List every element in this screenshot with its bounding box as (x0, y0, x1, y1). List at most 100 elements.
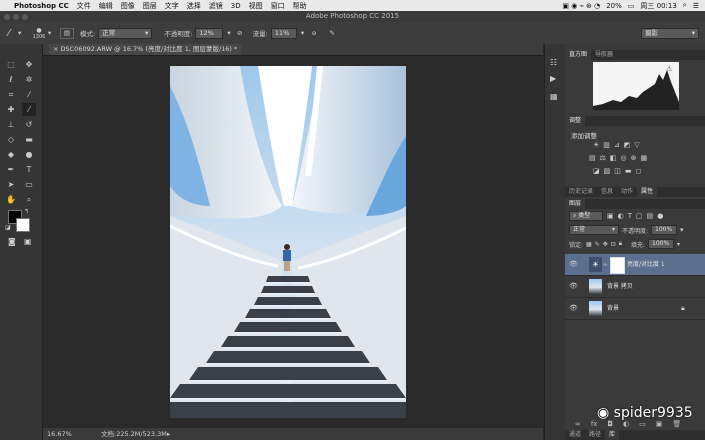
background-color-swatch[interactable] (16, 218, 30, 232)
new-layer-icon[interactable]: ▣ (656, 420, 663, 430)
crop-tool-icon[interactable]: ⌗ (4, 88, 18, 101)
tab-properties[interactable]: 属性 (637, 187, 658, 197)
search-icon[interactable]: ⌕ (683, 1, 687, 10)
status-icons[interactable]: ▣ ◉ ⌁ ⊛ ◔ (562, 2, 600, 10)
filter-toggle-icon[interactable]: ● (657, 212, 663, 220)
curves-icon[interactable]: ⊿ (614, 141, 620, 149)
brush-tool-preset-icon[interactable]: ⁄ (0, 28, 18, 39)
lock-artboard-icon[interactable]: ⊡ (611, 241, 616, 248)
exposure-icon[interactable]: ◩ (624, 141, 631, 149)
brightness-contrast-icon[interactable]: ☀ (593, 141, 599, 149)
fill-field[interactable]: 100% (648, 239, 675, 249)
quick-select-tool-icon[interactable]: ✲ (22, 73, 36, 86)
tab-adjustments[interactable]: 调整 (565, 116, 586, 126)
delete-layer-icon[interactable]: 🗑︎ (672, 420, 681, 430)
move-tool-icon[interactable]: ✥ (22, 58, 36, 71)
visibility-eye-icon[interactable]: 👁︎ (569, 304, 578, 312)
tab-paths[interactable]: 路径 (585, 430, 605, 440)
filter-shape-icon[interactable]: ▢ (636, 212, 643, 220)
menu-help[interactable]: 帮助 (293, 1, 307, 11)
notification-icon[interactable]: ☰ (693, 2, 699, 10)
blend-mode-select[interactable]: 正常 ▾ (98, 27, 153, 39)
channel-mixer-icon[interactable]: ⊛ (631, 154, 637, 162)
history-panel-icon[interactable]: ☷ (550, 58, 557, 67)
lock-all-icon[interactable]: 🔒︎ (619, 240, 622, 248)
link-layers-icon[interactable]: ∞ (575, 420, 581, 430)
flow-dropdown-icon[interactable]: ▾ (301, 29, 304, 37)
tab-histogram[interactable]: 直方图 (565, 50, 592, 60)
opacity-dropdown-icon[interactable]: ▾ (227, 29, 230, 37)
path-select-tool-icon[interactable]: ➤ (4, 178, 18, 191)
layer-row-background[interactable]: 👁︎ 背景 🔒︎ (565, 298, 705, 320)
filter-pixel-icon[interactable]: ▣ (607, 212, 614, 220)
clone-stamp-tool-icon[interactable]: ⊥ (4, 118, 18, 131)
clock[interactable]: 周三 00:13 (640, 1, 676, 11)
menu-type[interactable]: 文字 (165, 1, 179, 11)
filter-smart-icon[interactable]: ▤ (647, 212, 654, 220)
tab-layers[interactable]: 图层 (565, 199, 586, 209)
zoom-level[interactable]: 16.67% (47, 428, 72, 440)
tab-libraries[interactable]: 库 (605, 430, 620, 440)
layer-style-icon[interactable]: fx (591, 420, 598, 430)
visibility-eye-icon[interactable]: 👁︎ (569, 282, 578, 290)
filter-type-icon[interactable]: T (628, 212, 632, 220)
layer-mask-thumb[interactable] (610, 257, 625, 274)
quick-mask-icon[interactable]: ◙ (8, 237, 16, 246)
app-menu[interactable]: Photoshop CC (14, 2, 69, 10)
selective-color-icon[interactable]: ◻ (636, 167, 642, 175)
tab-channels[interactable]: 通道 (565, 430, 585, 440)
menu-window[interactable]: 窗口 (271, 1, 285, 11)
default-colors-icon[interactable]: ◪ (5, 224, 11, 231)
levels-icon[interactable]: ▥ (603, 141, 610, 149)
add-mask-icon[interactable]: ◘ (607, 420, 613, 430)
menu-3d[interactable]: 3D (231, 2, 241, 10)
tab-actions[interactable]: 动作 (617, 187, 637, 197)
menu-view[interactable]: 视图 (249, 1, 263, 11)
gradient-map-icon[interactable]: ▬ (625, 167, 632, 175)
type-tool-icon[interactable]: T (22, 163, 36, 176)
mask-link-icon[interactable]: ∞ (603, 262, 607, 268)
battery-icon[interactable]: ▭ (628, 2, 635, 10)
blur-tool-icon[interactable]: ◆ (4, 148, 18, 161)
tab-history[interactable]: 历史记录 (565, 187, 597, 197)
properties-panel-icon[interactable]: ▦ (550, 92, 558, 101)
actions-panel-icon[interactable]: ▶ (550, 74, 556, 83)
gradient-tool-icon[interactable]: ▬ (22, 133, 36, 146)
zoom-window-icon[interactable] (22, 14, 28, 20)
vibrance-icon[interactable]: ▽ (634, 141, 639, 149)
layer-row-brightness-contrast[interactable]: 👁︎ ☀ ∞ 亮度/对比度 1 (565, 254, 705, 276)
lock-position-icon[interactable]: ✥ (603, 241, 608, 248)
brush-size-dropdown-icon[interactable]: ▾ (48, 29, 56, 37)
status-menu-icon[interactable]: ▸ (167, 428, 170, 440)
color-balance-icon[interactable]: ⚖ (600, 154, 606, 162)
document-image[interactable] (170, 66, 406, 418)
healing-brush-tool-icon[interactable]: ✚ (4, 103, 18, 116)
eyedropper-tool-icon[interactable]: ⁄ (22, 88, 36, 101)
filter-adjust-icon[interactable]: ◐ (618, 212, 624, 220)
tab-info[interactable]: 信息 (597, 187, 617, 197)
visibility-eye-icon[interactable]: 👁︎ (569, 260, 578, 268)
swap-colors-icon[interactable]: ↰ (24, 208, 29, 215)
brush-tool-icon[interactable]: ⁄ (22, 103, 36, 116)
screen-mode-icon[interactable]: ▣ (24, 237, 32, 246)
hue-saturation-icon[interactable]: ▤ (589, 154, 596, 162)
histogram-warning-icon[interactable]: ⚠ (666, 65, 673, 73)
eraser-tool-icon[interactable]: ◇ (4, 133, 18, 146)
menu-filter[interactable]: 滤镜 (209, 1, 223, 11)
pressure-size-icon[interactable]: ✎ (326, 29, 338, 37)
opacity-field[interactable]: 12% (195, 27, 224, 39)
menu-select[interactable]: 选择 (187, 1, 201, 11)
shape-tool-icon[interactable]: ▭ (22, 178, 36, 191)
menu-image[interactable]: 图像 (121, 1, 135, 11)
lock-pixels-icon[interactable]: ✎ (595, 241, 600, 248)
canvas-area[interactable] (43, 56, 543, 428)
fill-dropdown-icon[interactable]: ▾ (677, 241, 680, 248)
black-white-icon[interactable]: ◧ (610, 154, 617, 162)
layer-filter-select[interactable]: ⌕ 类型 (569, 211, 603, 221)
brush-panel-icon[interactable]: ▤ (60, 27, 74, 39)
pressure-opacity-icon[interactable]: ⊘ (235, 29, 245, 37)
layer-blend-select[interactable]: 正常 ▾ (569, 225, 619, 235)
color-lookup-icon[interactable]: ▦ (641, 154, 648, 162)
zoom-tool-icon[interactable]: ⌕ (22, 193, 36, 206)
close-window-icon[interactable] (4, 14, 10, 20)
